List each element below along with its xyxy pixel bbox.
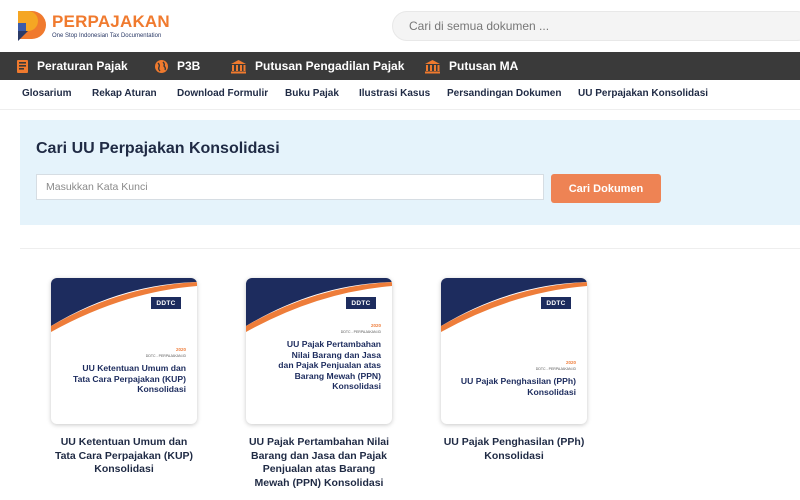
document-caption-kup[interactable]: UU Ketentuan Umum dan Tata Cara Perpajak… xyxy=(39,436,209,477)
main-nav: Peraturan Pajak P3B Putusan Pengadilan P… xyxy=(0,52,800,80)
caption-line: Konsolidasi xyxy=(94,463,154,475)
cover-title: UU Pajak Penghasilan (PPh) Konsolidasi xyxy=(451,376,576,397)
main-nav-label: Peraturan Pajak xyxy=(37,59,128,73)
main-nav-item-p3b[interactable]: P3B xyxy=(154,52,200,80)
ddtc-badge: DDTC xyxy=(541,297,571,309)
cover-title-line: Barang Mewah (PPN) xyxy=(294,370,381,381)
sub-nav-item-ilustrasi-kasus[interactable]: Ilustrasi Kasus xyxy=(359,88,430,99)
logo-text: PERPAJAKAN xyxy=(52,12,170,31)
caption-line: UU Pajak Pertambahan Nilai xyxy=(248,436,390,448)
cari-dokumen-button[interactable]: Cari Dokumen xyxy=(551,174,661,203)
sub-nav: Glosarium Rekap Aturan Download Formulir… xyxy=(0,80,800,175)
konsolidasi-search-panel: Cari UU Perpajakan Konsolidasi Cari Doku… xyxy=(20,120,800,225)
sub-nav-item-buku-pajak[interactable]: Buku Pajak xyxy=(285,88,339,99)
ddtc-badge: DDTC xyxy=(346,297,376,309)
cover-title-line: UU Pajak Penghasilan (PPh) xyxy=(460,376,576,386)
global-search-box[interactable] xyxy=(392,11,800,41)
cover-title-line: UU Ketentuan Umum dan xyxy=(82,363,186,373)
caption-line: UU Pajak Penghasilan (PPh) xyxy=(443,436,585,448)
site-header: PERPAJAKAN One Stop Indonesian Tax Docum… xyxy=(0,0,800,52)
cover-title-line: Nilai Barang dan Jasa xyxy=(291,349,381,360)
main-nav-label: Putusan MA xyxy=(449,59,519,73)
cover-year: 2020 xyxy=(175,347,186,352)
ddtc-badge: DDTC xyxy=(151,297,181,309)
cover-title: UU Ketentuan Umum dan Tata Cara Perpajak… xyxy=(61,363,186,395)
book-icon xyxy=(17,59,28,73)
cover-title-line: Tata Cara Perpajakan (KUP) xyxy=(72,373,186,384)
main-nav-item-putusan-ma[interactable]: Putusan MA xyxy=(424,52,518,80)
cover-org: DDTC - PERPAJAKAN.ID xyxy=(535,367,576,371)
cover-title-line: dan Pajak Penjualan atas xyxy=(278,360,381,370)
sub-nav-item-rekap-aturan[interactable]: Rekap Aturan xyxy=(92,88,157,99)
caption-line: UU Ketentuan Umum dan xyxy=(60,436,188,448)
sub-nav-item-uu-perpajakan-konsolidasi[interactable]: UU Perpajakan Konsolidasi xyxy=(578,88,708,99)
main-nav-label: Putusan Pengadilan Pajak xyxy=(255,59,405,73)
sub-nav-item-download-formulir[interactable]: Download Formulir xyxy=(177,88,268,99)
logo-mark-icon xyxy=(18,11,46,41)
cover-title-line: Konsolidasi xyxy=(332,381,381,391)
panel-title: Cari UU Perpajakan Konsolidasi xyxy=(36,140,280,157)
caption-line: Penjualan atas Barang xyxy=(262,463,376,475)
document-card-pph[interactable]: DDTC 2020 DDTC - PERPAJAKAN.ID UU Pajak … xyxy=(441,278,587,424)
document-caption-ppn[interactable]: UU Pajak Pertambahan Nilai Barang dan Ja… xyxy=(234,436,404,490)
caption-line: Mewah (PPN) Konsolidasi xyxy=(254,476,384,489)
courthouse-icon xyxy=(425,59,440,73)
caption-line: Konsolidasi xyxy=(484,449,544,462)
courthouse-icon xyxy=(231,59,246,73)
document-card-kup[interactable]: DDTC 2020 DDTC - PERPAJAKAN.ID UU Ketent… xyxy=(51,278,197,424)
main-nav-label: P3B xyxy=(177,59,201,73)
main-nav-item-putusan-pengadilan-pajak[interactable]: Putusan Pengadilan Pajak xyxy=(230,52,404,80)
global-search-input[interactable] xyxy=(393,12,800,40)
cover-title-line: Konsolidasi xyxy=(137,384,186,394)
document-caption-pph[interactable]: UU Pajak Penghasilan (PPh) Konsolidasi xyxy=(429,436,599,463)
site-logo[interactable]: PERPAJAKAN One Stop Indonesian Tax Docum… xyxy=(16,9,171,43)
logo-tagline: One Stop Indonesian Tax Documentation xyxy=(52,33,162,39)
keyword-field[interactable] xyxy=(36,174,544,200)
caption-line: Barang dan Jasa dan Pajak xyxy=(251,449,387,462)
cover-title-line: UU Pajak Pertambahan xyxy=(286,339,381,349)
caption-line: Tata Cara Perpajakan (KUP) xyxy=(54,449,194,462)
cover-title: UU Pajak Pertambahan Nilai Barang dan Ja… xyxy=(256,339,381,392)
cover-year: 2020 xyxy=(370,323,381,328)
cover-title-line: Konsolidasi xyxy=(527,386,576,397)
cover-org: DDTC - PERPAJAKAN.ID xyxy=(340,330,381,334)
sub-nav-item-persandingan-dokumen[interactable]: Persandingan Dokumen xyxy=(447,88,561,99)
main-nav-item-peraturan-pajak[interactable]: Peraturan Pajak xyxy=(16,52,128,80)
document-card-ppn[interactable]: DDTC 2020 DDTC - PERPAJAKAN.ID UU Pajak … xyxy=(246,278,392,424)
globe-icon xyxy=(155,59,168,73)
cover-org: DDTC - PERPAJAKAN.ID xyxy=(145,354,186,358)
section-divider xyxy=(20,248,800,249)
keyword-input[interactable] xyxy=(37,175,543,199)
cover-year: 2020 xyxy=(565,360,576,365)
sub-nav-item-glosarium[interactable]: Glosarium xyxy=(22,88,71,99)
